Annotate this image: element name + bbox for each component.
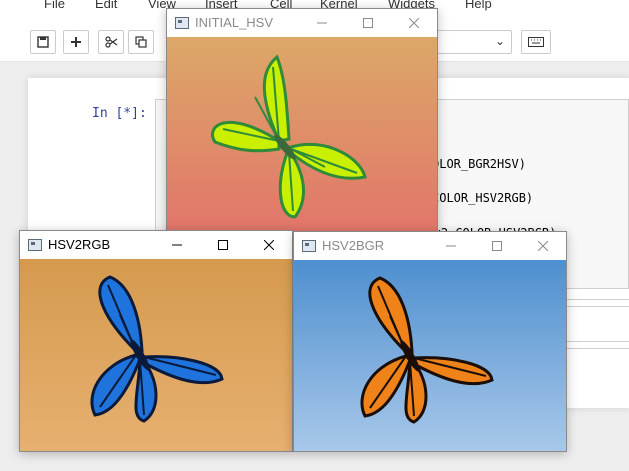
command-palette-button[interactable]	[521, 30, 551, 54]
cell-type-select[interactable]: ⌄	[436, 30, 512, 54]
maximize-icon	[218, 240, 228, 250]
app-icon	[175, 17, 189, 29]
image-canvas	[20, 259, 292, 451]
output-divider	[560, 306, 629, 307]
menu-help[interactable]: Help	[465, 0, 492, 11]
save-button[interactable]	[30, 30, 56, 54]
window-title: HSV2RGB	[48, 237, 111, 252]
copy-button[interactable]	[128, 30, 154, 54]
add-cell-button[interactable]	[63, 30, 89, 54]
close-icon	[264, 240, 274, 250]
image-canvas	[294, 260, 566, 451]
output-divider	[560, 348, 629, 349]
close-button[interactable]	[520, 232, 566, 260]
chevron-down-icon: ⌄	[494, 34, 505, 48]
window-title: INITIAL_HSV	[195, 15, 274, 30]
copy-icon	[135, 36, 147, 48]
code-line-2: OLOR_BGR2HSV)	[432, 157, 526, 171]
menu-file[interactable]: File	[44, 0, 65, 11]
plus-icon	[71, 37, 81, 47]
titlebar[interactable]: INITIAL_HSV	[167, 9, 437, 37]
menu-edit[interactable]: Edit	[95, 0, 117, 11]
close-icon	[409, 18, 419, 28]
cell-prompt: In [*]:	[92, 106, 147, 121]
minimize-button[interactable]	[428, 232, 474, 260]
maximize-icon	[363, 18, 373, 28]
minimize-button[interactable]	[299, 9, 345, 37]
window-title: HSV2BGR	[322, 238, 385, 253]
titlebar[interactable]: HSV2RGB	[20, 231, 292, 259]
output-divider	[560, 341, 629, 342]
window-hsv2rgb[interactable]: HSV2RGB	[19, 230, 293, 452]
maximize-icon	[492, 241, 502, 251]
scissors-icon	[104, 36, 117, 48]
minimize-icon	[317, 22, 327, 24]
app-icon	[28, 239, 42, 251]
minimize-icon	[172, 244, 182, 246]
window-hsv2bgr[interactable]: HSV2BGR	[293, 231, 567, 452]
output-divider	[560, 299, 629, 300]
close-button[interactable]	[246, 231, 292, 259]
titlebar[interactable]: HSV2BGR	[294, 232, 566, 260]
keyboard-icon	[528, 37, 544, 47]
minimize-icon	[446, 245, 456, 247]
minimize-button[interactable]	[154, 231, 200, 259]
app-icon	[302, 240, 316, 252]
butterfly-image	[294, 260, 566, 451]
cut-button[interactable]	[98, 30, 124, 54]
butterfly-image	[167, 37, 437, 236]
butterfly-image	[20, 259, 292, 451]
maximize-button[interactable]	[200, 231, 246, 259]
close-icon	[538, 241, 548, 251]
close-button[interactable]	[391, 9, 437, 37]
code-line-3: COLOR_HSV2RGB)	[432, 191, 534, 205]
save-icon	[37, 36, 49, 48]
image-canvas	[167, 37, 437, 236]
maximize-button[interactable]	[474, 232, 520, 260]
maximize-button[interactable]	[345, 9, 391, 37]
window-initial-hsv[interactable]: INITIAL_HSV	[166, 8, 438, 237]
